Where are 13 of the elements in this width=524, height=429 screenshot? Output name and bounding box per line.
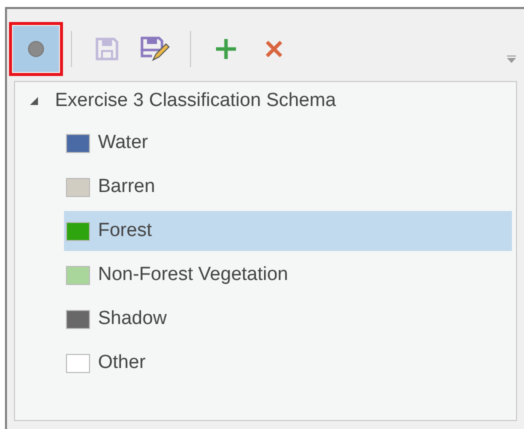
plus-icon	[214, 37, 238, 61]
expanded-arrow-icon[interactable]	[29, 96, 39, 106]
circle-icon	[27, 40, 45, 58]
class-item[interactable]: Water	[64, 123, 512, 163]
tree-heading[interactable]: Exercise 3 Classification Schema	[55, 86, 336, 116]
floppy-disk-pencil-icon	[139, 35, 171, 63]
class-item[interactable]: Other	[64, 343, 512, 383]
class-item[interactable]: Forest	[64, 211, 512, 251]
overflow-icon[interactable]	[507, 54, 516, 64]
class-item[interactable]: Barren	[64, 167, 512, 207]
class-item[interactable]: Non-Forest Vegetation	[64, 255, 512, 295]
class-item[interactable]: Shadow	[64, 299, 512, 339]
close-icon	[264, 39, 284, 59]
